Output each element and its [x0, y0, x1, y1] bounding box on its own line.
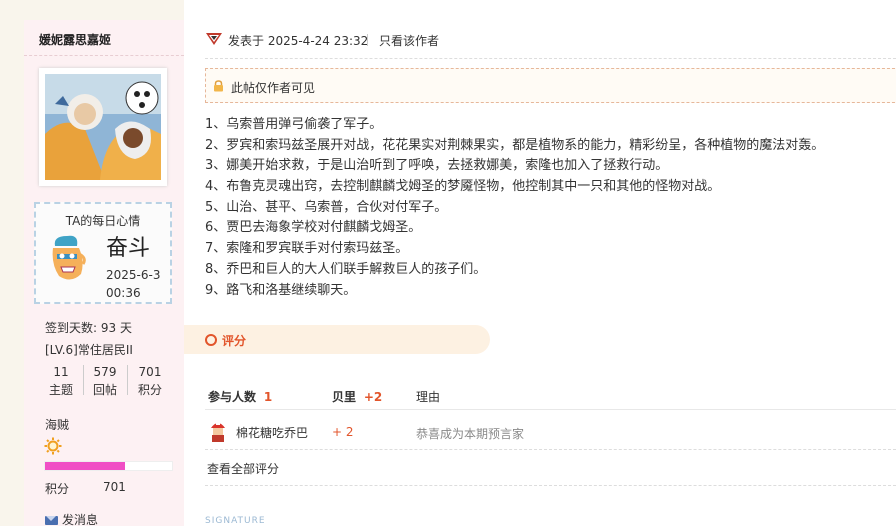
participants-count: 1	[263, 390, 273, 404]
content-line: 3、娜美开始求救，于是山治听到了呼唤，去拯救娜美，索隆也加入了拯救行动。	[205, 158, 669, 174]
stat-label: 回帖	[92, 383, 117, 397]
user-level[interactable]: [LV.6]常住居民II	[45, 341, 133, 358]
points-value: 701	[103, 480, 126, 494]
mood-timestamp: 2025-6-3 00:36	[106, 266, 166, 302]
only-author-link[interactable]: 只看该作者	[379, 32, 439, 49]
stat-label: 主题	[48, 383, 73, 397]
rater-avatar[interactable]	[208, 420, 228, 442]
rating-value: + 2	[332, 425, 354, 439]
divider	[24, 55, 184, 56]
post-timestamp: 发表于 2025-4-24 23:32	[228, 34, 369, 48]
stat-value: 579	[93, 365, 117, 379]
signature-label: SIGNATURE	[205, 516, 266, 526]
rating-circle-icon	[205, 334, 217, 346]
shell-header: 贝里 +2	[332, 388, 382, 405]
content-line: 8、乔巴和巨人的大人们联手解救巨人的孩子们。	[205, 261, 487, 277]
mood-date: 2025-6-3	[106, 268, 161, 282]
stat-points[interactable]: 701 积分	[129, 363, 171, 399]
mood-time: 00:36	[106, 286, 141, 300]
post-badge-icon	[206, 33, 222, 45]
envelope-icon	[45, 516, 58, 525]
avatar[interactable]	[39, 68, 167, 186]
content-line: 7、索隆和罗宾联手对付索玛兹圣。	[205, 241, 409, 257]
rating-tab-label: 评分	[222, 334, 247, 348]
stat-value: 701	[138, 365, 162, 379]
divider	[205, 449, 896, 450]
reason-header: 理由	[416, 390, 441, 404]
stat-value: 11	[53, 365, 69, 379]
stat-topics[interactable]: 11 主题	[40, 363, 82, 399]
rating-header: 参与人数 1 贝里 +2 理由	[205, 385, 896, 409]
mood-text: 奋斗	[106, 236, 151, 261]
stat-label: 积分	[137, 383, 162, 397]
content-line: 5、山治、甚平、乌索普，合伙对付军子。	[205, 199, 448, 215]
avatar-image	[45, 74, 161, 180]
content-line: 6、贾巴去海象学校对付麒麟戈姆圣。	[205, 220, 422, 236]
divider	[367, 34, 368, 46]
author-username[interactable]: 媛妮露思嘉姬	[39, 31, 111, 48]
content-line: 1、乌索普用弹弓偷袭了军子。	[205, 117, 383, 132]
content-line: 9、路飞和洛基继续聊天。	[205, 282, 357, 298]
rating-row: 棉花糖吃乔巴 + 2 恭喜成为本期预言家	[205, 418, 896, 446]
content-line: 4、布鲁克灵魂出窍，去控制麒麟戈姆圣的梦魇怪物，他控制其中一只和其他的怪物对战。	[205, 179, 721, 195]
divider	[205, 409, 896, 410]
lock-icon	[214, 80, 223, 92]
view-all-ratings-link[interactable]: 查看全部评分	[207, 460, 279, 477]
sun-icon	[44, 437, 62, 455]
level-progress-fill	[45, 462, 125, 470]
signin-days: 签到天数: 93 天	[45, 321, 132, 335]
post-content: 1、乌索普用弹弓偷袭了军子。 2、罗宾和索玛兹圣展开对战，花花果实对荆棘果实，都…	[205, 115, 896, 301]
user-stats: 11 主题 579 回帖 701 积分	[40, 363, 168, 399]
level-progress-bar	[44, 461, 173, 471]
rating-reason: 恭喜成为本期预言家	[416, 427, 525, 441]
points-label: 积分	[45, 482, 70, 496]
participants-label: 参与人数	[208, 390, 257, 404]
author-sidebar: 媛妮露思嘉姬 TA的每日心情 奋斗 2025-6-3 00:36 签到天数: 9…	[0, 0, 184, 528]
participants: 参与人数 1	[208, 388, 272, 405]
divider	[205, 485, 896, 486]
rating-tab[interactable]: 评分	[184, 325, 490, 354]
content-line: 2、罗宾和索玛兹圣展开对战，花花果实对荆棘果实，都是植物系的能力，精彩纷呈，各种…	[205, 137, 825, 153]
daily-mood-box: TA的每日心情 奋斗 2025-6-3 00:36	[34, 202, 172, 304]
shell-label: 贝里	[332, 390, 357, 404]
mood-title: TA的每日心情	[65, 214, 141, 228]
divider	[205, 58, 896, 59]
mood-face-icon	[52, 235, 86, 280]
shell-total: +2	[363, 390, 383, 404]
send-message-link[interactable]: 发消息	[45, 511, 98, 528]
send-message-label: 发消息	[62, 513, 99, 527]
rater-username[interactable]: 棉花糖吃乔巴	[236, 424, 308, 441]
author-only-notice: 此帖仅作者可见	[205, 68, 896, 103]
user-rank: 海贼	[45, 418, 70, 432]
notice-text: 此帖仅作者可见	[231, 81, 316, 95]
stat-replies[interactable]: 579 回帖	[84, 363, 126, 399]
divider	[127, 365, 128, 395]
